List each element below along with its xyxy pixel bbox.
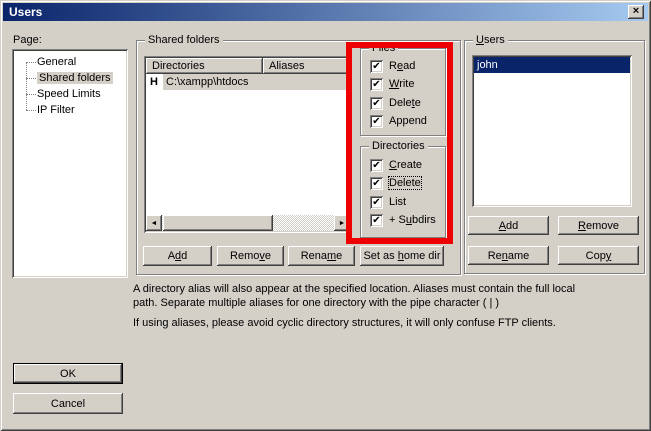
- add-folder-button[interactable]: Add: [143, 246, 212, 266]
- sidebar-item-shared-folders[interactable]: Shared folders: [12, 70, 128, 86]
- page-tree[interactable]: General Shared folders Speed Limits IP F…: [12, 49, 128, 278]
- list-header: Directories Aliases: [146, 58, 350, 74]
- directories-list[interactable]: Directories Aliases H C:\xampp\htdocs ◄ …: [144, 56, 352, 233]
- checkbox-delete-file[interactable]: ✔ Delete: [370, 96, 421, 110]
- checkbox-write[interactable]: ✔ Write: [370, 77, 414, 91]
- remove-user-button[interactable]: Remove: [558, 216, 639, 235]
- rename-user-button[interactable]: Rename: [468, 246, 549, 265]
- window-title: Users: [9, 5, 42, 19]
- sidebar-item-speed-limits[interactable]: Speed Limits: [12, 86, 128, 102]
- files-group-label: Files: [369, 42, 398, 54]
- checkbox-checked-icon[interactable]: ✔: [370, 177, 383, 190]
- checkbox-checked-icon[interactable]: ✔: [370, 97, 383, 110]
- checkbox-checked-icon[interactable]: ✔: [370, 60, 383, 73]
- directory-path: C:\xampp\htdocs: [163, 74, 350, 90]
- checkbox-append[interactable]: ✔ Append: [370, 114, 427, 128]
- checkbox-checked-icon[interactable]: ✔: [370, 214, 383, 227]
- files-group: Files ✔ Read ✔ Write ✔ Delete ✔ Append: [360, 48, 446, 136]
- directories-group-label: Directories: [369, 140, 428, 152]
- set-as-home-dir-button[interactable]: Set as home dir: [360, 246, 444, 266]
- users-list[interactable]: john: [472, 55, 632, 207]
- cancel-button[interactable]: Cancel: [13, 393, 123, 414]
- rename-folder-button[interactable]: Rename: [288, 246, 355, 266]
- sidebar-item-ip-filter[interactable]: IP Filter: [12, 102, 128, 118]
- users-dialog: Users × Page: General Shared folders Spe…: [0, 0, 651, 431]
- checkbox-create[interactable]: ✔ Create: [370, 158, 422, 172]
- add-user-button[interactable]: Add: [468, 216, 549, 235]
- ok-button[interactable]: OK: [13, 363, 123, 384]
- users-group-label: Users: [473, 34, 508, 46]
- horizontal-scrollbar[interactable]: ◄ ►: [146, 215, 350, 231]
- directories-group: Directories ✔ Create ✔ Delete ✔ List ✔ +…: [360, 146, 446, 238]
- note-line-3: If using aliases, please avoid cyclic di…: [133, 316, 575, 330]
- close-icon[interactable]: ×: [628, 5, 644, 19]
- checkbox-read[interactable]: ✔ Read: [370, 59, 415, 73]
- checkbox-checked-icon[interactable]: ✔: [370, 78, 383, 91]
- checkbox-checked-icon[interactable]: ✔: [370, 196, 383, 209]
- remove-folder-button[interactable]: Remove: [217, 246, 284, 266]
- checkbox-delete-dir[interactable]: ✔ Delete: [370, 176, 421, 190]
- table-row[interactable]: H C:\xampp\htdocs: [146, 74, 350, 90]
- home-flag: H: [150, 74, 158, 90]
- checkbox-checked-icon[interactable]: ✔: [370, 115, 383, 128]
- list-item-john[interactable]: john: [474, 57, 630, 73]
- page-label: Page:: [13, 34, 42, 46]
- scroll-left-icon[interactable]: ◄: [146, 215, 162, 231]
- alias-notes: A directory alias will also appear at th…: [133, 282, 575, 330]
- column-header-aliases[interactable]: Aliases: [263, 58, 350, 74]
- column-header-directories[interactable]: Directories: [146, 58, 263, 74]
- copy-user-button[interactable]: Copy: [558, 246, 639, 265]
- scroll-right-icon[interactable]: ►: [334, 215, 350, 231]
- note-line-1: A directory alias will also appear at th…: [133, 282, 575, 296]
- scrollbar-thumb[interactable]: [163, 215, 273, 231]
- sidebar-item-general[interactable]: General: [12, 54, 128, 70]
- note-line-2: path. Separate multiple aliases for one …: [133, 296, 575, 310]
- checkbox-list[interactable]: ✔ List: [370, 195, 406, 209]
- titlebar[interactable]: Users ×: [3, 3, 648, 21]
- checkbox-checked-icon[interactable]: ✔: [370, 159, 383, 172]
- checkbox-subdirs[interactable]: ✔ + Subdirs: [370, 213, 436, 227]
- shared-folders-group-label: Shared folders: [145, 34, 223, 46]
